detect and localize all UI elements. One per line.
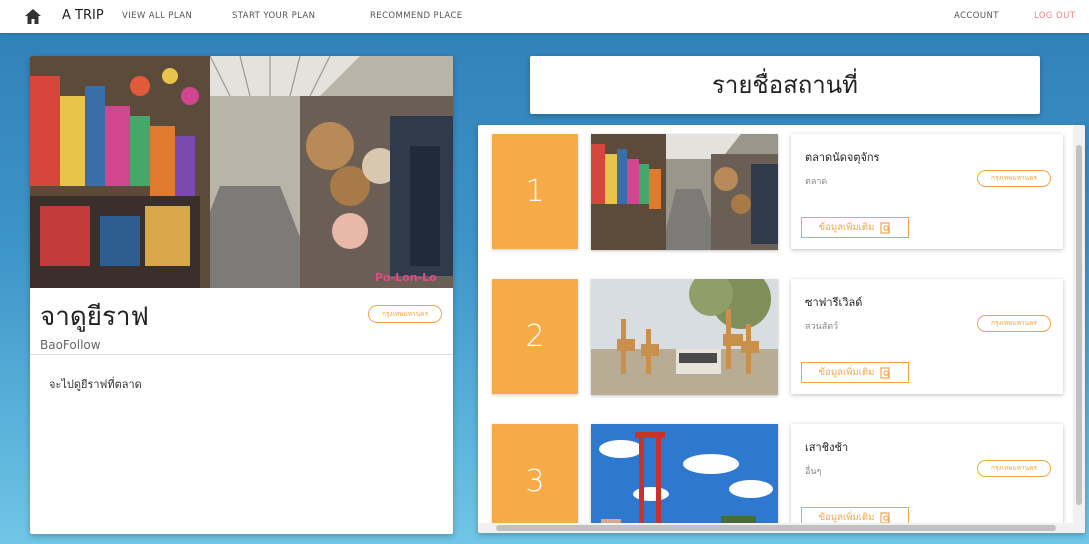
item-number: 1: [492, 134, 578, 249]
market-photo: Po-Lon-Lo: [30, 56, 453, 288]
province-chip: กรุงเทพมหานคร: [977, 315, 1051, 332]
more-info-button[interactable]: ข้อมูลเพิ่มเติม: [801, 362, 909, 383]
item-info-card: เสาชิงช้า อื่นๆ กรุงเทพมหานคร ข้อมูลเพิ่…: [791, 424, 1063, 533]
province-chip: กรุงเทพมหานคร: [977, 460, 1051, 477]
author-name: BaoFollow: [40, 338, 101, 352]
item-thumbnail[interactable]: [591, 279, 778, 395]
place-detail-card: Po-Lon-Lo จาดูยีราฟ กรุงเทพมหานคร BaoFol…: [30, 56, 453, 534]
item-number: 2: [492, 279, 578, 394]
more-info-label: ข้อมูลเพิ่มเติม: [818, 222, 875, 233]
list-item: 1 ตลาดนัดจตุจักร ตลาด กรุงเทพมหานคร ข้อม…: [478, 125, 1073, 271]
svg-text:Po-Lon-Lo: Po-Lon-Lo: [375, 271, 437, 284]
horizontal-scroll-thumb[interactable]: [496, 525, 1056, 531]
top-nav: A TRIP VIEW ALL PLAN START YOUR PLAN REC…: [0, 0, 1089, 33]
nav-account[interactable]: ACCOUNT: [954, 11, 999, 21]
search-document-icon: [880, 366, 891, 379]
item-thumbnail[interactable]: [591, 134, 778, 250]
home-icon[interactable]: [24, 8, 42, 25]
vertical-scroll-thumb[interactable]: [1076, 145, 1082, 505]
item-category: อื่นๆ: [805, 467, 822, 477]
item-category: สวนสัตว์: [805, 322, 839, 332]
horizontal-scrollbar[interactable]: [478, 523, 1073, 533]
vertical-scrollbar[interactable]: [1073, 125, 1085, 533]
place-description: จะไปดูยีราฟที่ตลาด: [49, 378, 142, 391]
nav-logout[interactable]: LOG OUT: [1034, 11, 1075, 21]
search-document-icon: [880, 511, 891, 524]
nav-start-your-plan[interactable]: START YOUR PLAN: [232, 11, 315, 21]
province-chip: กรุงเทพมหานคร: [368, 305, 442, 323]
place-list-panel: 1 ตลาดนัดจตุจักร ตลาด กรุงเทพมหานคร ข้อม…: [478, 125, 1085, 533]
province-chip: กรุงเทพมหานคร: [977, 170, 1051, 187]
nav-view-all-plan[interactable]: VIEW ALL PLAN: [122, 11, 192, 21]
more-info-button[interactable]: ข้อมูลเพิ่มเติม: [801, 217, 909, 238]
brand-link[interactable]: A TRIP: [62, 8, 104, 23]
place-title: จาดูยีราฟ: [40, 302, 149, 332]
list-item: 3 เสาชิงช้า อื่นๆ กรุงเทพมหานคร ข้อมูลเพ…: [478, 415, 1073, 533]
divider: [30, 354, 453, 355]
item-name: เสาชิงช้า: [805, 441, 849, 454]
item-thumbnail[interactable]: [591, 424, 778, 533]
item-info-card: ตลาดนัดจตุจักร ตลาด กรุงเทพมหานคร ข้อมูล…: [791, 134, 1063, 249]
more-info-label: ข้อมูลเพิ่มเติม: [818, 367, 875, 378]
place-list-heading: รายชื่อสถานที่: [530, 56, 1040, 114]
item-name: ซาฟารีเวิลด์: [805, 296, 863, 309]
search-document-icon: [880, 221, 891, 234]
item-category: ตลาด: [805, 177, 828, 187]
list-item: 2 ซาฟารีเวิลด์ สวนสัตว์ กรุงเทพมหานคร ข้…: [478, 270, 1073, 416]
nav-recommend-place[interactable]: RECOMMEND PLACE: [370, 11, 463, 21]
item-info-card: ซาฟารีเวิลด์ สวนสัตว์ กรุงเทพมหานคร ข้อม…: [791, 279, 1063, 394]
item-number: 3: [492, 424, 578, 533]
item-name: ตลาดนัดจตุจักร: [805, 151, 880, 164]
